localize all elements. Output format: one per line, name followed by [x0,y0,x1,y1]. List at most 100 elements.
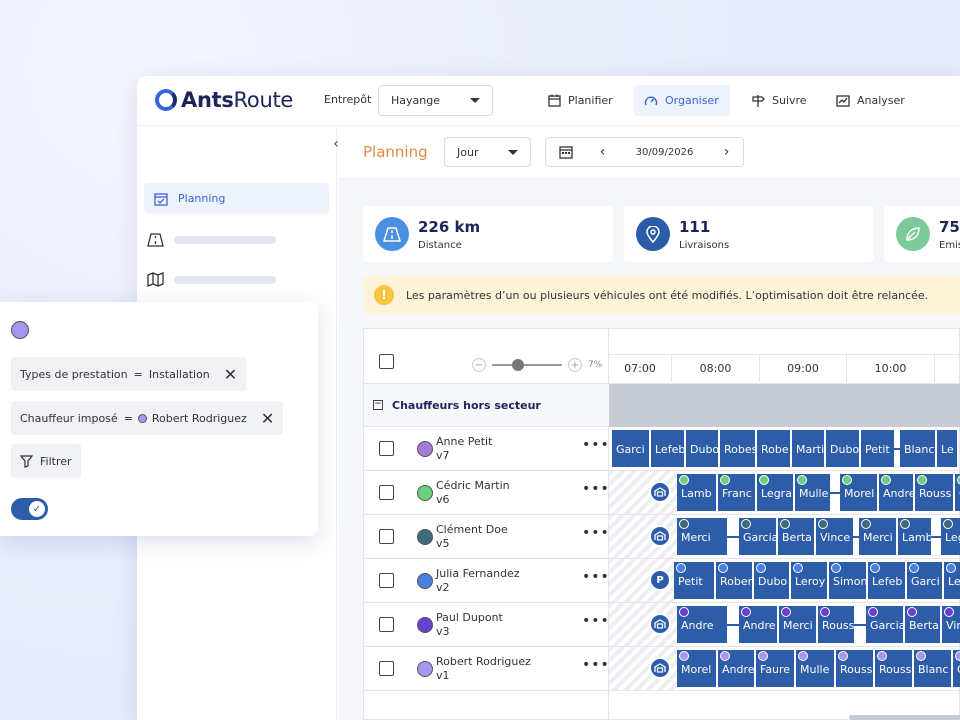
driver-checkbox[interactable] [379,529,394,544]
driver-checkbox[interactable] [379,441,394,456]
stop-block[interactable]: Petit [674,562,714,599]
close-icon[interactable]: ✕ [261,409,274,428]
stop-block[interactable]: Garcia [866,606,903,643]
view-select[interactable]: Jour [444,137,531,167]
more-options-icon[interactable]: ••• [582,569,610,585]
select-all-checkbox[interactable] [379,354,394,369]
stop-block[interactable]: Rouss [818,606,854,643]
garage-icon[interactable] [649,525,671,547]
entrepot-select[interactable]: Hayange [378,85,493,116]
stop-block[interactable]: Dubo [754,562,789,599]
driver-checkbox[interactable] [379,661,394,676]
stop-block[interactable]: Petit [861,430,894,467]
sidebar-item-planning[interactable]: Planning [144,183,329,214]
nav-suivre[interactable]: Suivre [741,85,817,116]
driver-row[interactable]: Julia Fernandez v2 ••• [364,559,609,603]
stop-block[interactable]: Robe [757,430,790,467]
nav-planifier[interactable]: Planifier [538,85,623,116]
garage-icon[interactable] [649,481,671,503]
driver-row[interactable]: Robert Rodriguez v1 ••• [364,647,609,691]
more-options-icon[interactable]: ••• [582,657,610,673]
stop-block[interactable]: Lamb [898,518,931,555]
stop-block[interactable]: Dubo [826,430,859,467]
stop-block[interactable]: Blanc [900,430,935,467]
date-picker-button[interactable] [545,137,587,167]
stop-block[interactable]: Vince [816,518,853,555]
nav-analyser[interactable]: Analyser [826,85,915,116]
stop-block[interactable]: Leroy [791,562,827,599]
stop-block[interactable]: Garcia [953,650,960,687]
more-options-icon[interactable]: ••• [582,437,610,453]
filter-chip-chauffeur[interactable]: Chauffeur imposé = Robert Rodriguez ✕ [11,401,284,435]
stop-block[interactable]: Legra [757,474,793,511]
stop-block[interactable]: Legra [941,518,960,555]
stop-block[interactable]: Merci [779,606,816,643]
more-options-icon[interactable]: ••• [582,525,610,541]
stop-block[interactable]: Rouss [836,650,873,687]
stop-block[interactable]: Lamb [677,474,716,511]
stop-block[interactable]: Morel [677,650,716,687]
collapse-group-icon[interactable]: − [373,400,383,410]
sidebar-item-routes[interactable] [147,233,276,247]
driver-row[interactable]: Anne Petit v7 ••• [364,427,609,471]
stop-block[interactable]: Ga [955,474,960,511]
stop-block[interactable]: Andre [879,474,913,511]
filter-toggle-switch[interactable]: ✓ [11,498,48,520]
zoom-slider[interactable] [492,359,562,371]
driver-checkbox[interactable] [379,617,394,632]
driver-row[interactable]: Paul Dupont v3 ••• [364,603,609,647]
filter-button[interactable]: Filtrer [11,444,81,478]
stop-block[interactable]: Berta [778,518,814,555]
driver-row[interactable]: Clément Doe v5 ••• [364,515,609,559]
driver-checkbox[interactable] [379,485,394,500]
zoom-out-button[interactable]: − [472,358,486,372]
sidebar-item-map[interactable] [147,272,276,287]
zoom-slider-handle[interactable] [512,359,524,371]
more-options-icon[interactable]: ••• [582,613,610,629]
stop-block[interactable]: Mulle [795,474,830,511]
stop-block[interactable]: Simon [829,562,866,599]
stop-block[interactable]: Robes [720,430,755,467]
garage-icon[interactable] [649,613,671,635]
antsroute-logo[interactable]: AntsRoute [155,88,293,112]
stop-block[interactable]: Blanc [914,650,951,687]
nav-organiser[interactable]: Organiser [634,85,730,116]
stop-block[interactable]: Andre [739,606,777,643]
stop-block[interactable]: Garcia [739,518,776,555]
stop-block[interactable]: Merci [677,518,727,555]
horizontal-scrollbar[interactable] [849,715,960,720]
stop-block[interactable]: Vince [942,606,960,643]
next-day-button[interactable]: › [710,137,744,167]
stop-block[interactable]: Lefeb [868,562,905,599]
stop-block[interactable]: Andre [718,650,754,687]
zoom-in-button[interactable]: + [568,358,582,372]
stop-block[interactable]: Rouss [875,650,912,687]
stop-block[interactable]: Mulle [796,650,834,687]
stop-block[interactable]: Berta [905,606,940,643]
stop-block[interactable]: Marti [792,430,824,467]
driver-row[interactable]: Cédric Martin v6 ••• [364,471,609,515]
group-row-hors-secteur[interactable]: − Chauffeurs hors secteur [364,383,609,427]
stop-block[interactable]: Andre [677,606,727,643]
stop-block[interactable]: Garci [612,430,649,467]
close-icon[interactable]: ✕ [224,365,237,384]
filter-chip-prestation[interactable]: Types de prestation = Installation ✕ [11,357,247,391]
more-options-icon[interactable]: ••• [582,481,610,497]
parking-icon[interactable]: P [649,569,671,591]
stop-block[interactable]: Faure [756,650,794,687]
stop-block[interactable]: Lefeb [651,430,684,467]
stop-block[interactable]: Rouss [915,474,953,511]
prev-day-button[interactable]: ‹ [586,137,620,167]
driver-checkbox[interactable] [379,573,394,588]
stop-block[interactable]: Le [937,430,957,467]
stop-block[interactable]: Dubo [686,430,718,467]
stop-block[interactable]: Lero [944,562,960,599]
stop-block[interactable]: Garci [907,562,942,599]
stop-block[interactable]: Morel [840,474,877,511]
stop-block[interactable]: Rober [716,562,752,599]
garage-icon[interactable] [649,657,671,679]
current-date[interactable]: 30/09/2026 [619,137,711,167]
stop-status-dot [943,519,953,529]
stop-block[interactable]: Merci [859,518,896,555]
stop-block[interactable]: Franc [718,474,755,511]
